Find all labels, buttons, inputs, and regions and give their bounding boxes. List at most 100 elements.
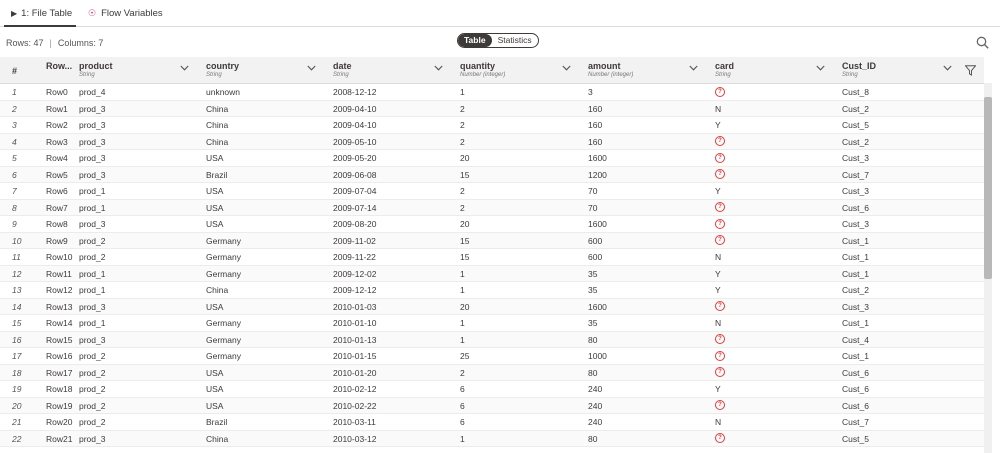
table-row[interactable]: 2 Row1 prod_3 China 2009-04-10 2 160 N Cust_2: [0, 100, 984, 117]
table-row[interactable]: 11 Row10 prod_2 Germany 2009-11-22 15 600 N Cust…: [0, 249, 984, 266]
tab-file-table[interactable]: ▶ 1: File Table: [4, 0, 76, 27]
table-cell: 80: [588, 334, 598, 345]
table-cell: 2008-12-12: [333, 87, 377, 97]
table-row[interactable]: 4 Row3 prod_3 China 2009-05-10 2 160? Cust_2: [0, 133, 984, 150]
table-cell: 35: [588, 268, 598, 279]
table-cell: Germany: [206, 351, 241, 361]
table-cell: China: [206, 120, 229, 130]
table-cell: prod_1: [79, 268, 106, 279]
table-cell: Cust_6: [842, 384, 869, 394]
table-cell: 2: [460, 136, 465, 147]
table-row[interactable]: 1 Row0 prod_4 unknown 2008-12-12 1 3? Cust_8: [0, 84, 984, 101]
missing-value-marker: ?: [715, 350, 725, 361]
column-header[interactable]: date String: [333, 57, 452, 83]
table-cell: 15: [460, 235, 470, 246]
row-number: 4: [12, 136, 17, 147]
missing-value-marker: ?: [715, 235, 725, 246]
data-table: # Row... product String country String date St…: [0, 57, 984, 453]
toggle-statistics[interactable]: Statistics: [492, 34, 538, 47]
column-header[interactable]: card String: [715, 57, 834, 83]
table-row[interactable]: 10 Row9 prod_2 Germany 2009-11-02 15 600? Cust_…: [0, 232, 984, 249]
view-tabs: ▶ 1: File Table ☉ Flow Variables: [0, 0, 1000, 27]
table-cell: 2009-05-20: [333, 153, 377, 163]
table-row[interactable]: 19 Row18 prod_2 USA 2010-02-12 6 240 Y Cust_6: [0, 381, 984, 398]
column-header[interactable]: product String: [79, 57, 198, 83]
table-row[interactable]: 22 Row21 prod_3 China 2010-03-12 1 80? Cust_5: [0, 430, 984, 447]
filter-icon[interactable]: [965, 65, 976, 76]
table-cell: 1: [460, 433, 465, 444]
table-cell: Y: [715, 285, 721, 295]
table-cell: prod_4: [79, 87, 106, 97]
table-cell: 1600: [588, 301, 607, 312]
table-row[interactable]: 13 Row12 prod_1 China 2009-12-12 1 35 Y Cust_2: [0, 282, 984, 299]
table-cell: 2: [460, 120, 465, 130]
table-row[interactable]: 5 Row4 prod_3 USA 2009-05-20 20 1600? Cust_3: [0, 150, 984, 167]
table-row[interactable]: 20 Row19 prod_2 USA 2010-02-22 6 240? Cust_6: [0, 397, 984, 414]
tab-label: Flow Variables: [101, 8, 163, 19]
column-header[interactable]: Cust_ID String: [842, 57, 961, 83]
chevron-down-icon[interactable]: [562, 65, 571, 71]
table-cell: Y: [715, 268, 721, 279]
column-header[interactable]: quantity Number (integer): [460, 57, 580, 83]
table-cell: Row2: [46, 120, 68, 130]
column-header[interactable]: Row...: [46, 57, 77, 83]
table-row[interactable]: 7 Row6 prod_1 USA 2009-07-04 2 70 Y Cust_3: [0, 183, 984, 200]
table-cell: Row15: [46, 334, 73, 345]
table-cell: Row5: [46, 169, 68, 180]
table-cell: Row21: [46, 433, 73, 444]
tab-label: 1: File Table: [21, 8, 73, 19]
table-row[interactable]: 9 Row8 prod_3 USA 2009-08-20 20 1600? Cust_3: [0, 216, 984, 233]
chevron-down-icon[interactable]: [689, 65, 698, 71]
column-title: Row...: [46, 61, 73, 71]
column-type: String: [206, 72, 222, 78]
column-header[interactable]: amount Number (integer): [588, 57, 707, 83]
table-row[interactable]: 17 Row16 prod_2 Germany 2010-01-15 25 1000? Cus…: [0, 348, 984, 365]
table-cell: prod_3: [79, 120, 106, 130]
table-cell: China: [206, 433, 229, 444]
table-cell: Germany: [206, 334, 241, 345]
table-row[interactable]: 14 Row13 prod_3 USA 2010-01-03 20 1600? Cust_3: [0, 298, 984, 315]
table-row[interactable]: 16 Row15 prod_3 Germany 2010-01-13 1 80? Cust_4: [0, 331, 984, 348]
table-cell: Cust_7: [842, 417, 869, 427]
scrollbar-thumb[interactable]: [984, 97, 992, 279]
row-number: 8: [12, 202, 17, 213]
toggle-table[interactable]: Table: [458, 34, 492, 47]
table-cell: Cust_3: [842, 219, 869, 229]
table-row[interactable]: 18 Row17 prod_2 USA 2010-01-20 2 80? Cust_6: [0, 364, 984, 381]
table-row[interactable]: 15 Row14 prod_1 Germany 2010-01-10 1 35 N Cust_1: [0, 315, 984, 332]
chevron-down-icon[interactable]: [434, 65, 443, 71]
table-cell: 2009-07-14: [333, 202, 377, 213]
table-row[interactable]: 8 Row7 prod_1 USA 2009-07-14 2 70? Cust_6: [0, 199, 984, 216]
row-number: 2: [12, 103, 17, 114]
table-cell: Row20: [46, 417, 73, 427]
table-cell: 2: [460, 186, 465, 196]
column-header[interactable]: country String: [206, 57, 325, 83]
table-row[interactable]: 6 Row5 prod_3 Brazil 2009-06-08 15 1200? Cust_7: [0, 166, 984, 183]
table-cell: 2009-06-08: [333, 169, 377, 180]
table-cell: 2010-01-15: [333, 351, 377, 361]
table-row[interactable]: 3 Row2 prod_3 China 2009-04-10 2 160 Y Cust_5: [0, 117, 984, 134]
table-cell: prod_3: [79, 103, 106, 114]
row-number: 17: [12, 351, 22, 361]
table-row[interactable]: 12 Row11 prod_1 Germany 2009-12-02 1 35 Y Cust_1: [0, 265, 984, 282]
table-cell: China: [206, 136, 229, 147]
chevron-down-icon[interactable]: [816, 65, 825, 71]
column-title: Cust_ID: [842, 61, 877, 71]
table-row[interactable]: 21 Row20 prod_2 Brazil 2010-03-11 6 240 N Cust_7: [0, 414, 984, 431]
table-cell: Cust_3: [842, 153, 869, 163]
table-cell: Germany: [206, 318, 241, 328]
table-cell: USA: [206, 153, 224, 163]
chevron-down-icon[interactable]: [943, 65, 952, 71]
table-cell: 3: [588, 87, 593, 97]
tab-flow-variables[interactable]: ☉ Flow Variables: [88, 0, 163, 26]
search-icon[interactable]: [976, 36, 989, 49]
chevron-down-icon[interactable]: [307, 65, 316, 71]
vertical-scrollbar[interactable]: [984, 83, 992, 453]
table-cell: Cust_1: [842, 235, 869, 246]
chevron-down-icon[interactable]: [180, 65, 189, 71]
table-cell: prod_2: [79, 367, 106, 378]
table-cell: Cust_2: [842, 285, 869, 295]
table-cell: Row8: [46, 219, 68, 229]
table-cell: 160: [588, 103, 603, 114]
table-cell: Y: [715, 186, 721, 196]
